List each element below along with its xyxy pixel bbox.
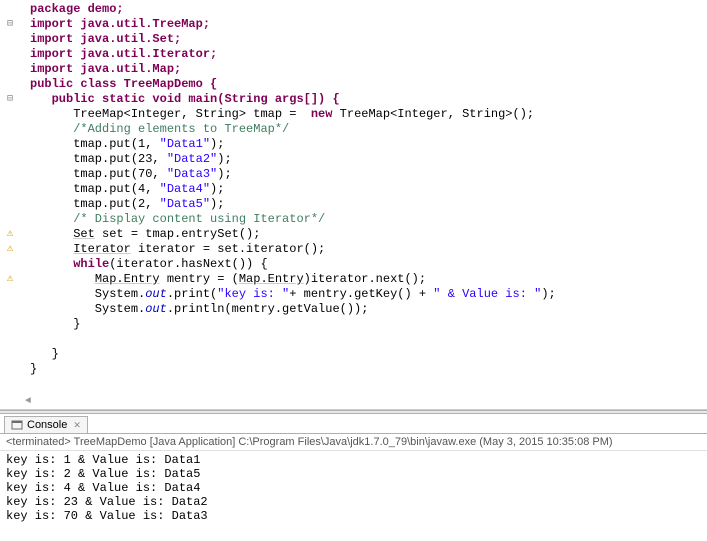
code-text (30, 227, 73, 241)
code-text: ); (217, 152, 231, 166)
code-text: public class TreeMapDemo { (30, 77, 217, 91)
code-text: import java.util.Map; (30, 62, 181, 76)
code-text: tmap.put(23, (30, 152, 167, 166)
code-text: set = tmap.entrySet(); (95, 227, 261, 241)
code-text: ); (210, 182, 224, 196)
code-text: out (145, 302, 167, 316)
code-text: Map.Entry (95, 272, 160, 286)
code-text: System. (30, 287, 145, 301)
code-content[interactable]: package demo; import java.util.TreeMap; … (20, 0, 707, 377)
code-text: )iterator.next(); (304, 272, 426, 286)
fold-icon[interactable]: ⊟ (0, 92, 20, 107)
code-text: Iterator (73, 242, 131, 256)
warning-icon[interactable]: ⚠ (0, 242, 20, 257)
code-text: System. (30, 302, 145, 316)
code-text: Set (73, 227, 95, 241)
code-text: ); (541, 287, 555, 301)
code-text: TreeMap<Integer, String> tmap = (30, 107, 311, 121)
code-text: } (30, 362, 37, 376)
code-text: import java.util.TreeMap; (30, 17, 210, 31)
code-text: tmap.put(70, (30, 167, 167, 181)
console-output[interactable]: key is: 1 & Value is: Data1 key is: 2 & … (0, 451, 707, 525)
console-line: key is: 70 & Value is: Data3 (6, 509, 701, 523)
code-string: "Data4" (160, 182, 210, 196)
code-comment: /*Adding elements to TreeMap*/ (30, 122, 289, 136)
code-text: TreeMap<Integer, String>(); (332, 107, 534, 121)
code-string: "Data5" (160, 197, 210, 211)
code-text (30, 257, 73, 271)
code-text: Map.Entry (239, 272, 304, 286)
editor-gutter: ⊟ ⊟ ⚠ ⚠ ⚠ (0, 0, 20, 377)
console-header: <terminated> TreeMapDemo [Java Applicati… (0, 434, 707, 451)
code-text: .print( (167, 287, 217, 301)
code-editor[interactable]: ⊟ ⊟ ⚠ ⚠ ⚠ package demo; (0, 0, 707, 410)
console-panel: Console ✕ <terminated> TreeMapDemo [Java… (0, 414, 707, 541)
console-icon (11, 419, 23, 431)
code-string: "Data2" (167, 152, 217, 166)
code-text: out (145, 287, 167, 301)
code-text: tmap.put(2, (30, 197, 160, 211)
code-text: ); (217, 167, 231, 181)
code-text (30, 242, 73, 256)
code-text: public static void main(String args[]) { (52, 92, 340, 106)
code-text: } (30, 317, 80, 331)
code-text: mentry = ( (160, 272, 239, 286)
warning-icon[interactable]: ⚠ (0, 272, 20, 287)
code-text: iterator = set.iterator(); (131, 242, 325, 256)
code-text: (iterator.hasNext()) { (109, 257, 267, 271)
code-string: "Data1" (160, 137, 210, 151)
code-text: tmap.put(1, (30, 137, 160, 151)
code-text: } (30, 347, 59, 361)
code-string: "key is: " (217, 287, 289, 301)
code-comment: /* Display content using Iterator*/ (30, 212, 325, 226)
code-text: ); (210, 197, 224, 211)
code-string: "Data3" (167, 167, 217, 181)
console-line: key is: 2 & Value is: Data5 (6, 467, 701, 481)
code-string: " & Value is: " (433, 287, 541, 301)
fold-icon[interactable]: ⊟ (0, 17, 20, 32)
console-header-text: TreeMapDemo [Java Application] C:\Progra… (71, 436, 613, 448)
console-line: key is: 23 & Value is: Data2 (6, 495, 701, 509)
console-tab[interactable]: Console ✕ (4, 416, 88, 433)
console-line: key is: 4 & Value is: Data4 (6, 481, 701, 495)
console-line: key is: 1 & Value is: Data1 (6, 453, 701, 467)
code-text: tmap.put(4, (30, 182, 160, 196)
close-icon[interactable]: ✕ (73, 420, 81, 431)
code-text: import java.util.Iterator; (30, 47, 217, 61)
code-text: new (311, 107, 333, 121)
warning-icon[interactable]: ⚠ (0, 227, 20, 242)
terminated-label: <terminated> (6, 436, 71, 448)
code-text: import java.util.Set; (30, 32, 181, 46)
code-text: package demo; (30, 2, 124, 16)
code-text: ); (210, 137, 224, 151)
console-tab-bar: Console ✕ (0, 414, 707, 434)
code-text: .println(mentry.getValue()); (167, 302, 369, 316)
code-text (30, 272, 95, 286)
code-text: + mentry.getKey() + (289, 287, 433, 301)
code-text: while (73, 257, 109, 271)
scroll-left-icon[interactable]: ◄ (25, 396, 31, 407)
console-tab-label: Console (27, 419, 67, 431)
